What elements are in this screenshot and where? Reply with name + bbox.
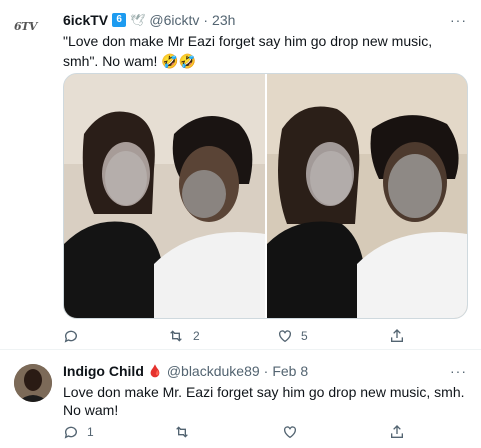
display-name[interactable]: 6ickTV	[63, 12, 108, 28]
retweet-button[interactable]	[173, 424, 191, 440]
retweet-count: 2	[193, 329, 200, 343]
share-button[interactable]	[389, 328, 405, 344]
share-button[interactable]	[389, 424, 405, 440]
photo-2[interactable]	[266, 74, 467, 318]
reply-icon	[64, 330, 77, 343]
reply-button[interactable]	[63, 328, 87, 344]
like-icon	[284, 426, 296, 439]
reply-button[interactable]: 1	[63, 424, 94, 440]
separator: ·	[203, 12, 209, 28]
handle[interactable]: @6icktv	[149, 12, 199, 28]
like-icon	[279, 330, 291, 343]
retweet-icon	[176, 426, 188, 438]
display-name[interactable]: Indigo Child	[63, 363, 144, 379]
tweet-indigo-child[interactable]: Indigo Child 🩸 @blackduke89 · Feb 8 ··· …	[0, 350, 481, 448]
reply-text-line-1: Love don make Mr. Eazi forget say him go…	[63, 384, 465, 400]
timestamp[interactable]: Feb 8	[272, 363, 308, 379]
reply-count: 1	[87, 425, 94, 439]
blood-drop-emoji: 🩸	[147, 364, 163, 378]
timestamp[interactable]: 23h	[212, 12, 235, 28]
photo-1[interactable]	[64, 74, 265, 318]
badge-icon: 6	[112, 13, 127, 27]
more-options-button[interactable]: ···	[450, 12, 467, 28]
tweet-media[interactable]	[63, 73, 468, 319]
like-button[interactable]: 5	[277, 328, 308, 344]
separator: ·	[263, 363, 269, 379]
tweet-header: 6ickTV 6 🕊 @6icktv · 23h	[63, 12, 235, 28]
reply-icon	[64, 426, 77, 439]
retweet-icon	[170, 330, 182, 342]
more-options-button[interactable]: ···	[450, 363, 467, 379]
share-icon	[391, 425, 403, 438]
handle[interactable]: @blackduke89	[167, 363, 260, 379]
avatar-logo-text: 6TV	[14, 20, 37, 33]
tweet-header: Indigo Child 🩸 @blackduke89 · Feb 8	[63, 363, 308, 379]
tweet-text: "Love don make Mr Eazi forget say him go…	[63, 33, 433, 69]
reply-text-line-2: No wam!	[63, 402, 119, 418]
dove-emoji: 🕊	[130, 13, 146, 27]
like-count: 5	[301, 329, 308, 343]
tweet-6icktv[interactable]: 6TV 6ickTV 6 🕊 @6icktv · 23h ··· "Love d…	[0, 0, 481, 350]
like-button[interactable]	[282, 424, 298, 440]
share-icon	[391, 329, 403, 342]
avatar-6icktv[interactable]: 6TV	[14, 20, 50, 44]
retweet-button[interactable]: 2	[167, 328, 200, 344]
